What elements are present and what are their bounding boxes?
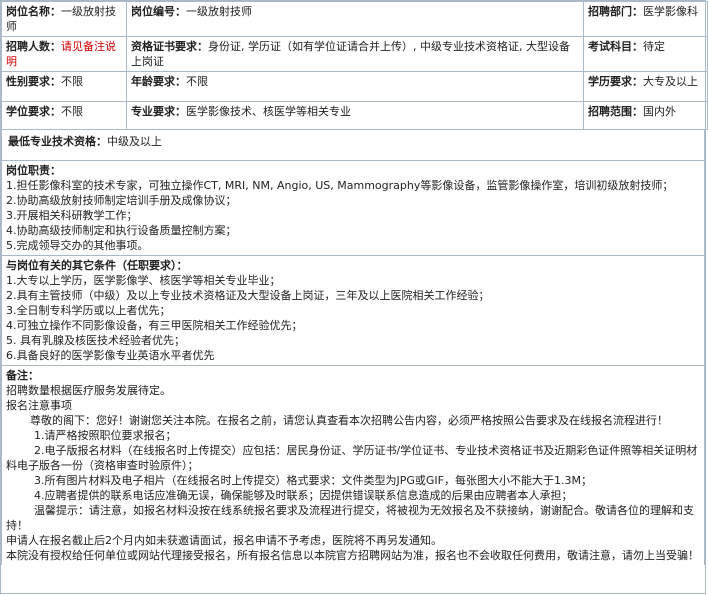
post-code-label: 岗位编号： [131, 5, 186, 18]
notes-line-3: 尊敬的阁下：您好！谢谢您关注本院。在报名之前，请您认真查看本次招聘公告内容，必须… [30, 414, 668, 427]
major-cell: 专业要求：医学影像技术、核医学等相关专业 [126, 101, 584, 130]
dept-cell: 招聘部门：医学影像科 [583, 1, 708, 37]
dept-value: 医学影像科 [643, 5, 698, 18]
degree-cell: 学位要求：不限 [1, 101, 127, 130]
notes-line-1: 招聘数量根据医疗服务发展待定。 [6, 384, 171, 397]
notes-title: 备注： [6, 369, 39, 382]
notes-item-2: 2.电子版报名材料（在线报名时上传提交）应包括：居民身份证、学历证书/学位证书、… [6, 444, 698, 472]
duties-section: 岗位职责： 1.担任影像科室的技术专家，可独立操作CT, MRI, NM, An… [1, 161, 705, 256]
notes-tip: 温馨提示：请注意，如报名材料没按在线系统报名要求及流程进行提交，将被视为无效报名… [6, 504, 694, 532]
range-value: 国内外 [643, 105, 676, 118]
post-code-value: 一级放射技师 [186, 5, 252, 18]
duty-item-1: 1.担任影像科室的技术专家，可独立操作CT, MRI, NM, Angio, U… [6, 179, 674, 192]
condition-item-4: 4.可独立操作不同影像设备，有三甲医院相关工作经验优先； [6, 319, 303, 332]
major-label: 专业要求： [131, 105, 186, 118]
conditions-section: 与岗位有关的其它条件（任职要求）： 1.大专以上学历，医学影像学、核医学等相关专… [1, 256, 705, 366]
notes-line-4: 申请人在报名截止后2个月内如未获邀请面试，报名申请不予考虑，医院将不再另发通知。 [6, 534, 442, 547]
post-name-label: 岗位名称： [6, 5, 61, 18]
gender-value: 不限 [61, 75, 83, 88]
duties-title: 岗位职责： [6, 164, 61, 177]
dept-label: 招聘部门： [588, 5, 643, 18]
major-value: 医学影像技术、核医学等相关专业 [186, 105, 351, 118]
notes-item-4: 4.应聘者提供的联系电话应准确无误，确保能够及时联系；因提供错误联系信息造成的后… [34, 489, 573, 502]
notes-line-5: 本院没有授权给任何单位或网站代理接受报名，所有报名信息以本院官方招聘网站为准，报… [6, 549, 699, 562]
exam-label: 考试科目： [588, 40, 643, 53]
duty-item-3: 3.开展相关科研教学工作； [6, 209, 138, 222]
condition-item-3: 3.全日制专科学历或以上者优先； [6, 304, 171, 317]
notes-item-1: 1.请严格按照职位要求报名； [34, 429, 177, 442]
duty-item-2: 2.协助高级放射技师制定培训手册及成像协议； [6, 194, 237, 207]
count-cell: 招聘人数：请见备注说明 [1, 36, 127, 72]
age-cell: 年龄要求：不限 [126, 71, 584, 102]
count-label: 招聘人数： [6, 40, 61, 53]
min-title-label: 最低专业技术资格： [8, 135, 107, 148]
exam-cell: 考试科目：待定 [583, 36, 708, 72]
edu-value: 大专及以上 [643, 75, 698, 88]
notes-section: 备注： 招聘数量根据医疗服务发展待定。 报名注意事项 尊敬的阁下：您好！谢谢您关… [1, 366, 705, 565]
gender-label: 性别要求： [6, 75, 61, 88]
condition-item-2: 2.具有主管技师（中级）及以上专业技术资格证及大型设备上岗证，三年及以上医院相关… [6, 289, 490, 302]
range-cell: 招聘范围：国内外 [583, 101, 708, 130]
condition-item-6: 6.具备良好的医学影像专业英语水平者优先 [6, 349, 215, 362]
notes-item-3: 3.所有图片材料及电子相片（在线报名时上传提交）格式要求：文件类型为JPG或GI… [34, 474, 592, 487]
duty-item-4: 4.协助高级技师制定和执行设备质量控制方案； [6, 224, 237, 237]
min-title-value: 中级及以上 [107, 135, 162, 148]
age-label: 年龄要求： [131, 75, 186, 88]
cert-label: 资格证书要求： [131, 40, 208, 53]
edu-label: 学历要求： [588, 75, 643, 88]
post-info-table: 岗位名称：一级放射技师 岗位编号：一级放射技师 招聘部门：医学影像科 招聘人数：… [1, 1, 708, 130]
edu-cell: 学历要求：大专及以上 [583, 71, 708, 102]
range-label: 招聘范围： [588, 105, 643, 118]
conditions-title: 与岗位有关的其它条件（任职要求）： [6, 259, 188, 272]
post-name-cell: 岗位名称：一级放射技师 [1, 1, 127, 37]
age-value: 不限 [186, 75, 208, 88]
notes-line-2: 报名注意事项 [6, 399, 72, 412]
job-detail-panel: 岗位名称：一级放射技师 岗位编号：一级放射技师 招聘部门：医学影像科 招聘人数：… [0, 0, 708, 594]
condition-item-5: 5. 具有乳腺及核医技术经验者优先； [6, 334, 185, 347]
cert-cell: 资格证书要求：身份证, 学历证（如有学位证请合并上传）, 中级专业技术资格证, … [126, 36, 584, 72]
gender-cell: 性别要求：不限 [1, 71, 127, 102]
condition-item-1: 1.大专以上学历，医学影像学、核医学等相关专业毕业； [6, 274, 281, 287]
min-title-section: 最低专业技术资格：中级及以上 [1, 130, 705, 161]
degree-value: 不限 [61, 105, 83, 118]
duty-item-5: 5.完成领导交办的其他事项。 [6, 239, 149, 252]
exam-value: 待定 [643, 40, 665, 53]
post-code-cell: 岗位编号：一级放射技师 [126, 1, 584, 37]
degree-label: 学位要求： [6, 105, 61, 118]
